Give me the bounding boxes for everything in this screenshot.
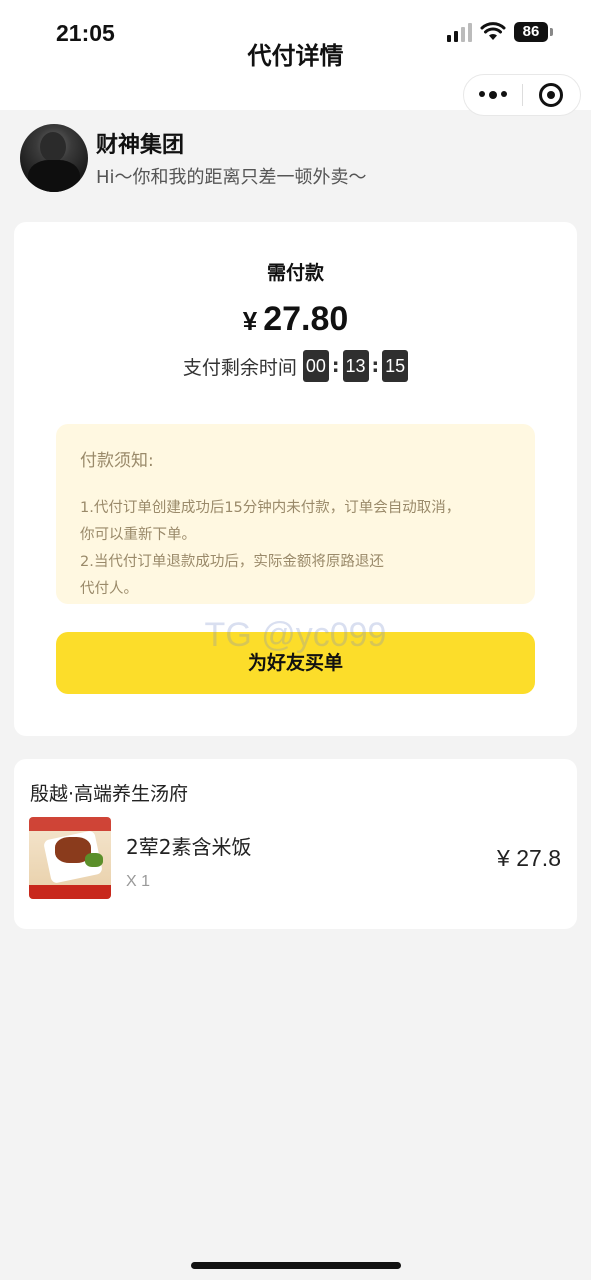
requester-greeting: Hi～你和我的距离只差一顿外卖～ — [96, 167, 367, 188]
countdown-separator: : — [331, 355, 340, 377]
item-price: ¥ 27.8 — [497, 845, 561, 871]
payment-notice: 付款须知: 1.代付订单创建成功后15分钟内未付款，订单会自动取消， 你可以重新… — [56, 424, 535, 604]
food-image — [29, 817, 111, 899]
pay-for-friend-button[interactable]: 为好友买单 — [56, 632, 535, 694]
currency-symbol: ¥ — [242, 306, 258, 336]
notice-title: 付款须知: — [80, 451, 154, 471]
item-quantity: X 1 — [126, 873, 151, 890]
notice-line: 1.代付订单创建成功后15分钟内未付款，订单会自动取消， — [80, 500, 461, 516]
home-indicator[interactable] — [191, 1262, 401, 1269]
notice-line: 2.当代付订单退款成功后，实际金额将原路退还 — [80, 554, 384, 570]
countdown-seconds: 15 — [382, 350, 409, 382]
close-mini-program-button[interactable] — [523, 75, 581, 115]
mini-program-capsule — [463, 74, 581, 116]
signal-icon — [447, 22, 472, 42]
notice-body: 1.代付订单创建成功后15分钟内未付款，订单会自动取消， 你可以重新下单。 2.… — [80, 495, 513, 603]
amount-due-label: 需付款 — [266, 262, 324, 284]
amount-value: 27.80 — [263, 300, 349, 338]
requester-name: 财神集团 — [96, 133, 185, 158]
countdown-minutes: 13 — [342, 350, 369, 382]
countdown-label: 支付剩余时间 — [182, 356, 297, 379]
countdown-separator: : — [371, 355, 380, 377]
countdown-hours: 00 — [302, 350, 329, 382]
more-button[interactable] — [464, 75, 522, 115]
payment-countdown: 支付剩余时间 00 : 13 : 15 — [14, 350, 577, 382]
wifi-icon — [480, 22, 506, 40]
payment-card: 需付款 ¥27.80 支付剩余时间 00 : 13 : 15 付款须知: 1.代… — [14, 222, 577, 736]
target-circle-icon — [539, 83, 564, 107]
notice-line: 你可以重新下单。 — [80, 527, 196, 543]
notice-line: 代付人。 — [80, 581, 138, 597]
shop-name: 殷越·高端养生汤府 — [30, 783, 189, 805]
requester-profile: 财神集团 Hi～你和我的距离只差一顿外卖～ — [20, 124, 367, 192]
order-card: 殷越·高端养生汤府 2荤2素含米饭 X 1 ¥ 27.8 — [14, 759, 577, 929]
battery-tip — [550, 28, 553, 36]
status-icons: 86 — [447, 22, 553, 42]
avatar — [20, 124, 88, 192]
amount-due: ¥27.80 — [14, 300, 577, 339]
more-dots-icon — [478, 91, 507, 99]
battery-icon: 86 — [514, 22, 548, 42]
item-name: 2荤2素含米饭 — [126, 835, 252, 859]
